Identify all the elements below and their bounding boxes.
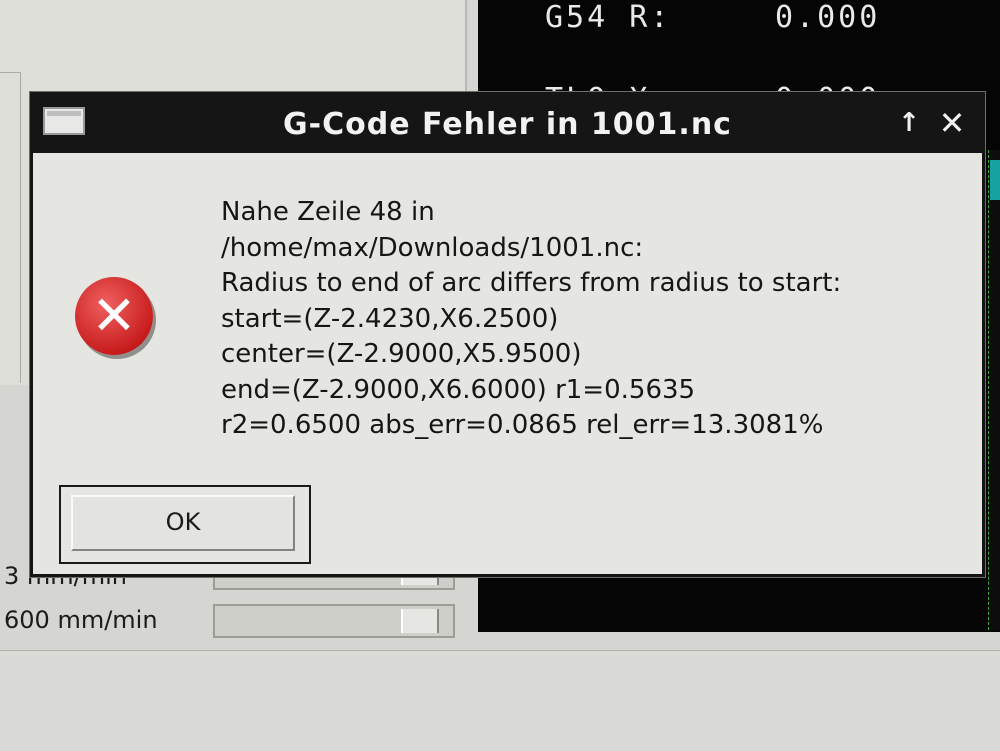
preview-strip <box>988 150 1000 630</box>
message-line: end=(Z-2.9000,X6.6000) r1=0.5635 <box>221 374 696 405</box>
error-icon: ✕ <box>75 277 153 355</box>
feed-override-row: 600 mm/min <box>0 600 465 644</box>
dialog-title: G-Code Fehler in 1001.nc <box>283 107 732 142</box>
dro-row-label: G54 R: <box>545 0 672 35</box>
message-line: Radius to end of arc differs from radius… <box>221 268 842 298</box>
bottom-panel <box>0 650 1000 751</box>
close-icon[interactable]: ✕ <box>934 103 970 143</box>
feed-rate-slider[interactable] <box>213 604 455 638</box>
message-line: center=(Z-2.9000,X5.9500) <box>221 339 582 369</box>
message-line: Nahe Zeile 48 in <box>221 197 435 227</box>
error-dialog: G-Code Fehler in 1001.nc ↑ ✕ ✕ Nahe Zeil… <box>30 92 985 577</box>
ok-button[interactable]: OK <box>71 495 295 551</box>
slider-thumb[interactable] <box>401 609 439 633</box>
dialog-titlebar[interactable]: G-Code Fehler in 1001.nc ↑ ✕ <box>33 95 982 153</box>
left-frame <box>0 72 21 383</box>
message-line: r2=0.6500 abs_err=0.0865 rel_err=13.3081… <box>221 410 824 440</box>
feed-rate-label: 600 mm/min <box>4 606 158 634</box>
error-message: Nahe Zeile 48 in /home/max/Downloads/100… <box>221 195 961 444</box>
preview-marker <box>990 160 1000 200</box>
message-line: start=(Z-2.4230,X6.2500) <box>221 303 559 334</box>
message-line: /home/max/Downloads/1001.nc: <box>221 232 644 263</box>
dro-row-value: 0.000 <box>775 0 881 35</box>
default-button-frame: OK <box>59 485 311 564</box>
error-cross-glyph: ✕ <box>91 284 137 347</box>
maximize-icon[interactable]: ↑ <box>892 103 926 143</box>
